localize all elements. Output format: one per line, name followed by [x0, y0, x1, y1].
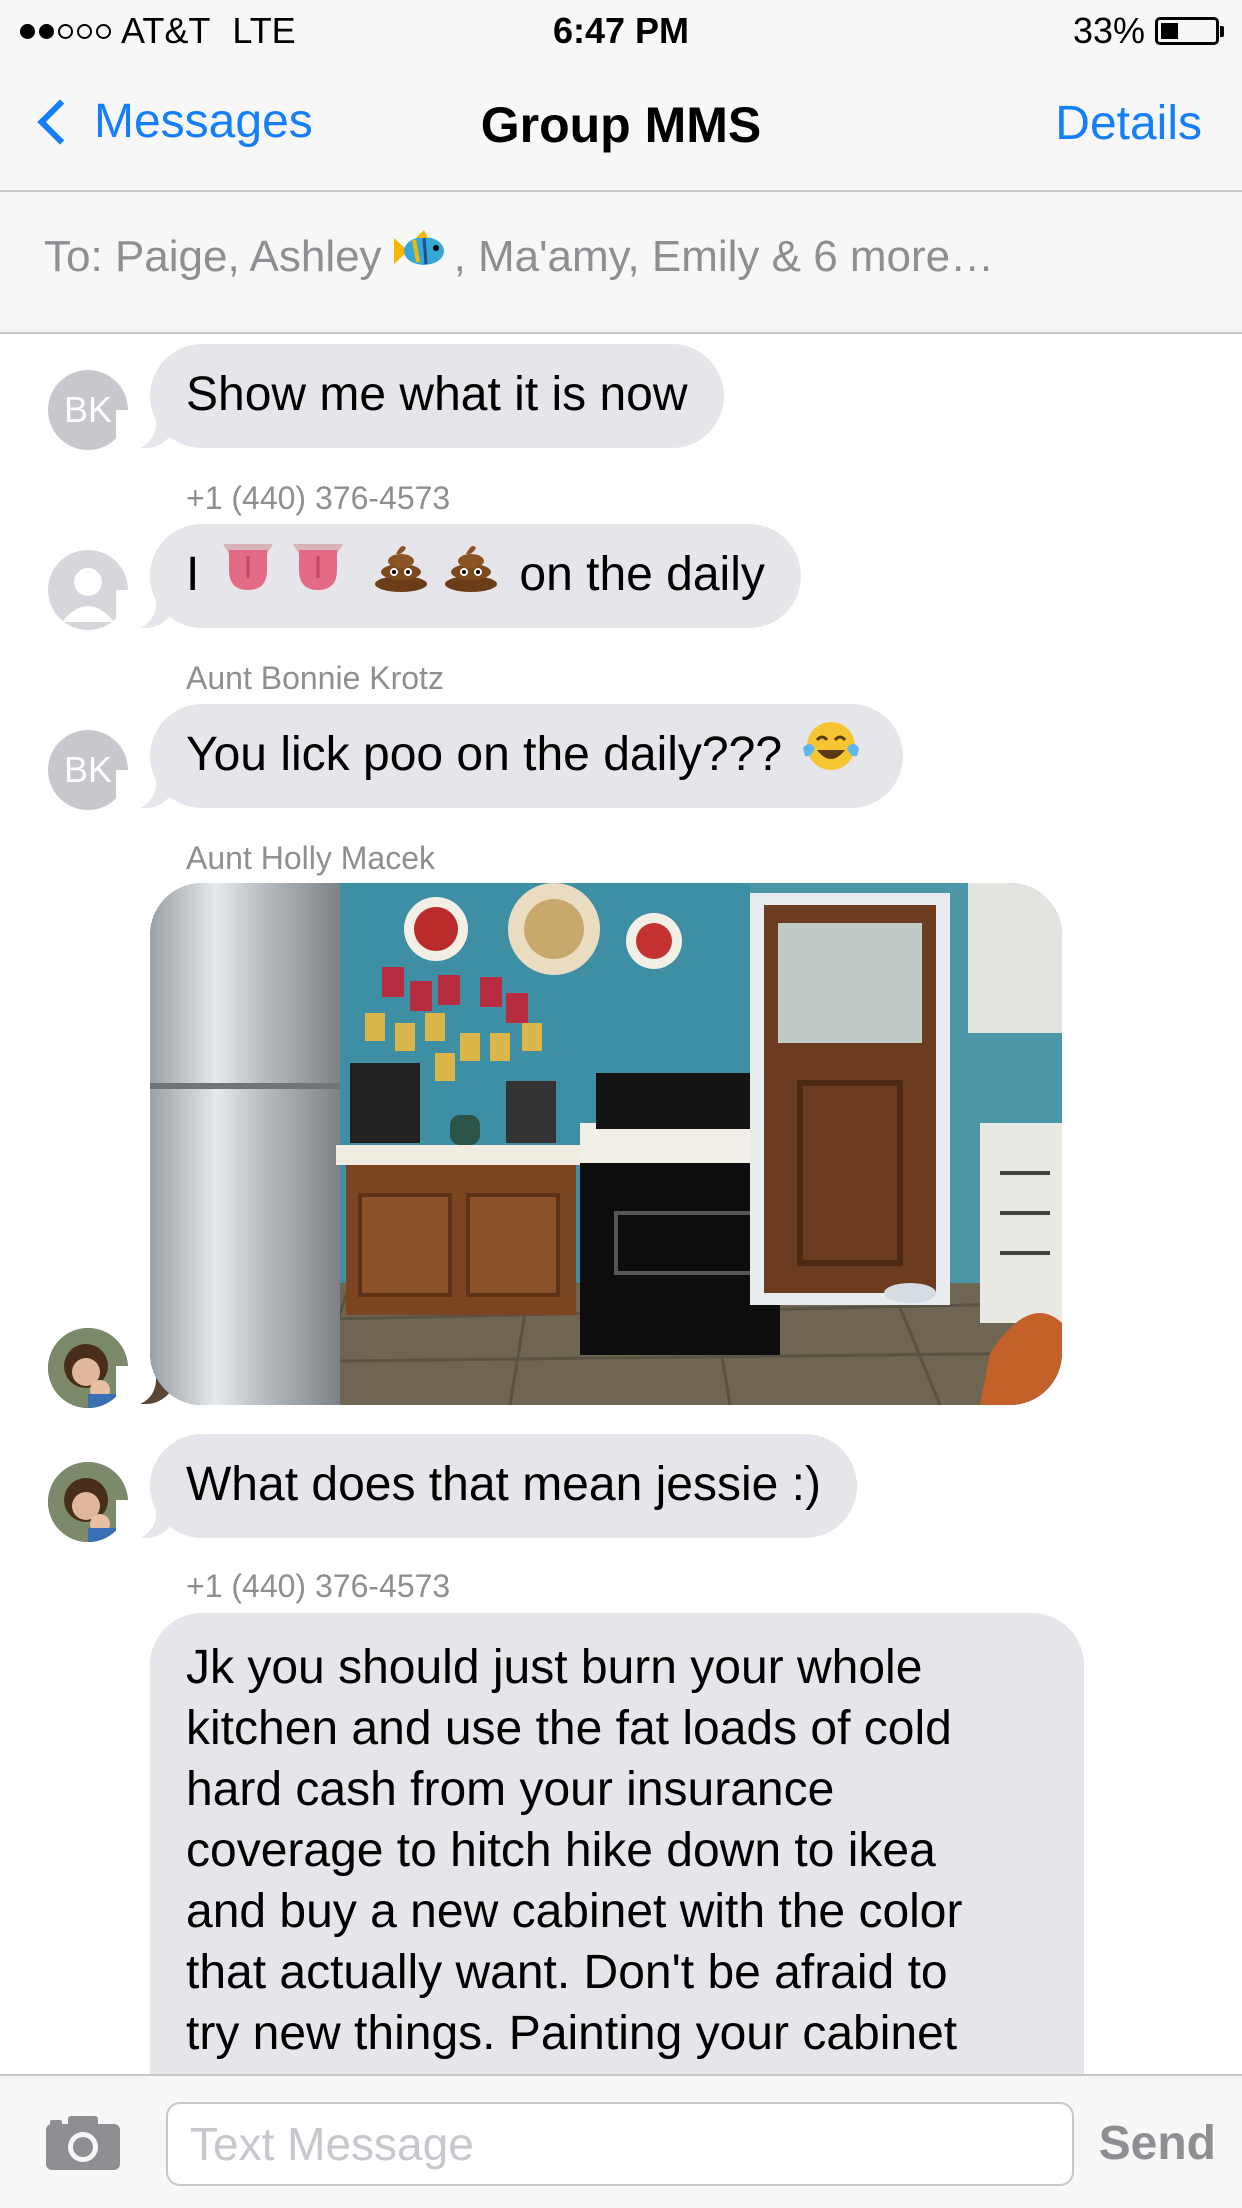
- status-bar: AT&T LTE 6:47 PM 33%: [0, 0, 1242, 62]
- recipients-part1: Paige, Ashley: [114, 232, 382, 281]
- message-text: Show me what it is now: [186, 368, 688, 421]
- message-line: and buy a new cabinet with the color: [186, 1885, 963, 1938]
- message-text-start: I: [186, 548, 200, 601]
- battery-percent: 33%: [1072, 10, 1145, 51]
- sender-label: +1 (440) 376-4573: [186, 480, 451, 516]
- tongue-emoji-icon: [289, 540, 347, 607]
- sender-label: Aunt Bonnie Krotz: [186, 660, 444, 696]
- status-right: 33%: [1073, 10, 1224, 52]
- message-bubble-long[interactable]: Jk you should just burn your whole kitch…: [150, 1613, 1084, 2133]
- message-line: hard cash from your insurance: [186, 1763, 835, 1816]
- message-bubble[interactable]: I on the daily: [150, 524, 801, 628]
- message-line: try new things. Painting your cabinet: [186, 2007, 958, 2060]
- message-input[interactable]: [166, 2102, 1074, 2186]
- sender-label: +1 (440) 376-4573: [186, 1568, 451, 1604]
- message-text: What does that mean jessie :): [186, 1458, 821, 1511]
- recipients-part2: , Ma'amy, Emily & 6 more…: [453, 232, 995, 281]
- clock: 6:47 PM: [552, 10, 690, 51]
- compose-bar: Send: [0, 2074, 1242, 2208]
- message-bubble[interactable]: You lick poo on the daily???: [150, 704, 904, 808]
- sender-label: Aunt Holly Macek: [186, 840, 435, 876]
- to-label: To:: [44, 232, 103, 281]
- poo-emoji-icon: [372, 540, 430, 607]
- navigation-bar: Messages Group MMS Details: [0, 62, 1242, 192]
- message-bubble[interactable]: Show me what it is now: [150, 344, 724, 448]
- message-line: that actually want. Don't be afraid to: [186, 1946, 948, 1999]
- message-text: You lick poo on the daily???: [186, 728, 783, 781]
- kitchen-photo: [150, 883, 1062, 1405]
- battery-icon: [1155, 17, 1219, 45]
- poo-emoji-icon: [442, 540, 500, 607]
- recipients-text: To: Paige, Ashley , Ma'amy, Emily & 6 mor…: [44, 229, 995, 285]
- message-line: kitchen and use the fat loads of cold: [186, 1702, 952, 1755]
- recipients-bar[interactable]: To: Paige, Ashley , Ma'amy, Emily & 6 mor…: [0, 192, 1242, 334]
- message-text-end: on the daily: [519, 548, 765, 601]
- tongue-emoji-icon: [219, 540, 277, 607]
- kitchen-photo-attachment[interactable]: [150, 883, 1062, 1405]
- message-bubble[interactable]: What does that mean jessie :): [150, 1434, 857, 1538]
- laughing-tears-emoji-icon: [801, 718, 861, 789]
- send-button[interactable]: Send: [1099, 2116, 1216, 2171]
- battery-tip: [1220, 25, 1224, 37]
- camera-icon[interactable]: [44, 2114, 122, 2177]
- tropical-fish-emoji-icon: [388, 228, 448, 285]
- details-button[interactable]: Details: [1055, 96, 1202, 151]
- message-line: coverage to hitch hike down to ikea: [186, 1824, 936, 1877]
- message-line: Jk you should just burn your whole: [186, 1641, 923, 1694]
